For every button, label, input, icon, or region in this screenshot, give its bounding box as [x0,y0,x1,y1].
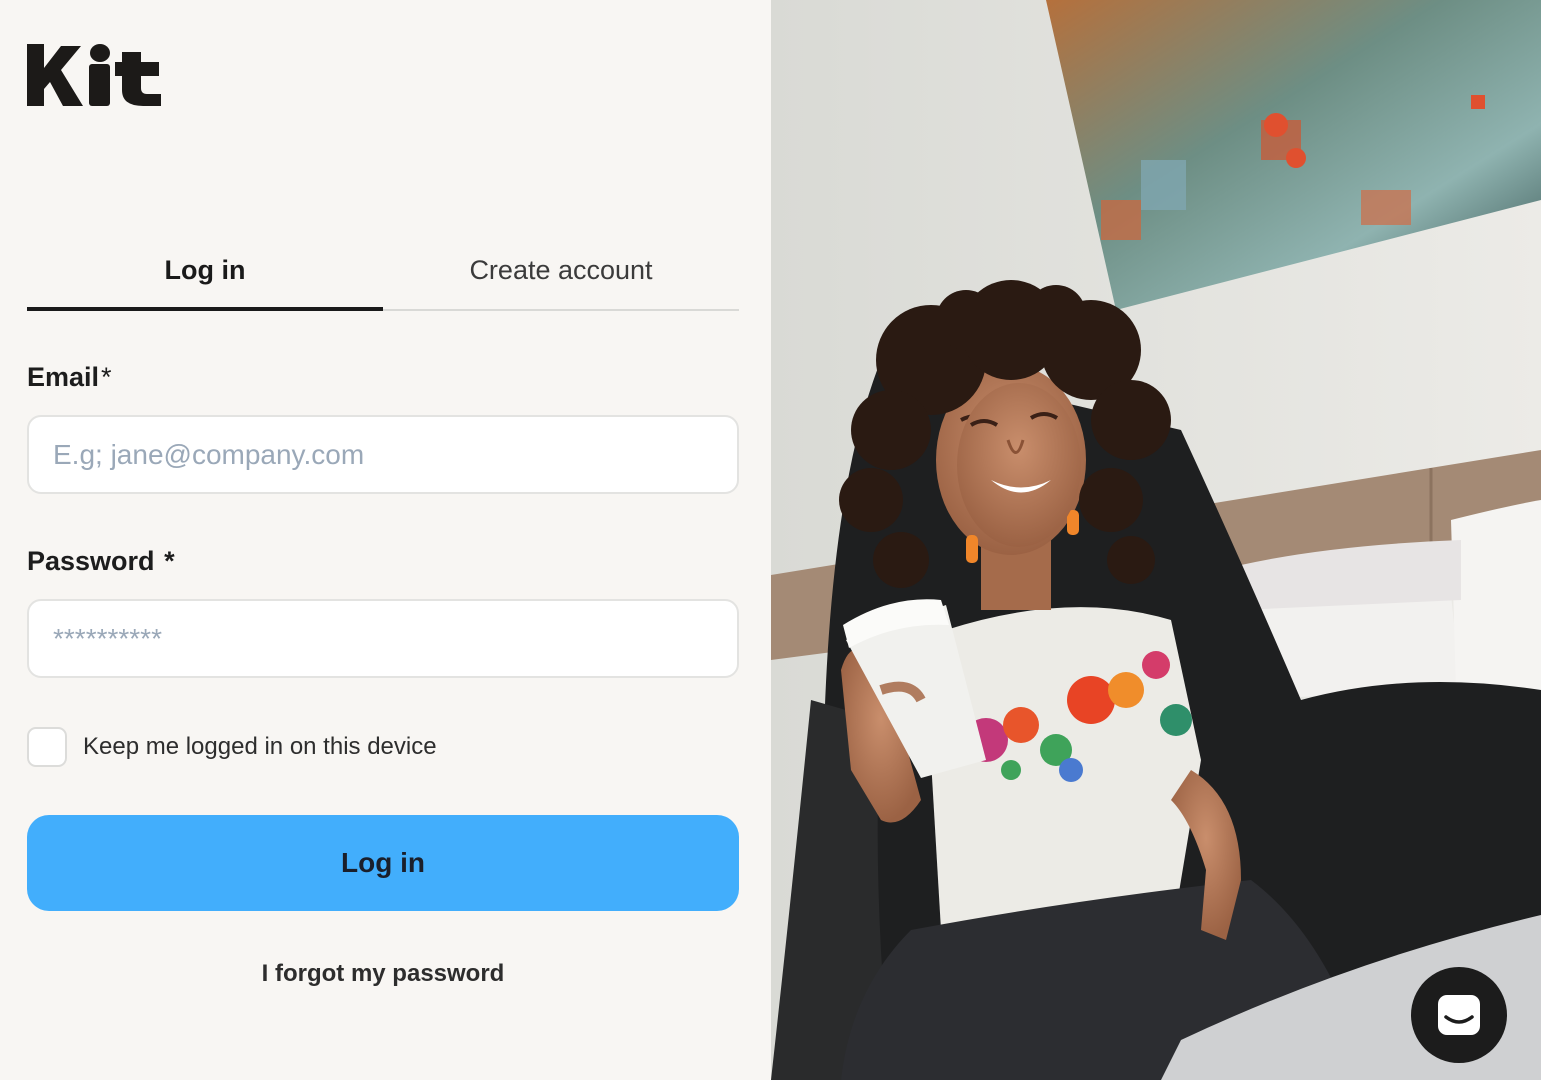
kit-logo [27,44,161,106]
password-required-mark: * [164,546,175,576]
chat-bubble-icon [1438,995,1480,1035]
login-panel: Log in Create account Email* Password * … [0,0,771,1080]
hero-photo [771,0,1541,1080]
password-label: Password * [27,546,175,577]
chat-widget-button[interactable] [1411,967,1507,1063]
keep-logged-in-label[interactable]: Keep me logged in on this device [83,733,437,761]
keep-logged-in-row: Keep me logged in on this device [27,727,437,767]
email-label: Email* [27,362,112,393]
auth-tabs: Log in Create account [27,236,739,311]
password-input[interactable] [27,599,739,678]
email-required-mark: * [101,362,112,392]
tab-log-in[interactable]: Log in [27,236,383,311]
forgot-password-link[interactable]: I forgot my password [27,960,739,988]
password-label-text: Password [27,546,155,576]
keep-logged-in-checkbox[interactable] [27,727,67,767]
email-label-text: Email [27,362,100,392]
log-in-button[interactable]: Log in [27,815,739,911]
email-input[interactable] [27,415,739,494]
tab-create-account[interactable]: Create account [383,236,739,309]
photo-woman-with-coffee-icon [771,0,1541,1080]
login-page: Log in Create account Email* Password * … [0,0,1541,1080]
